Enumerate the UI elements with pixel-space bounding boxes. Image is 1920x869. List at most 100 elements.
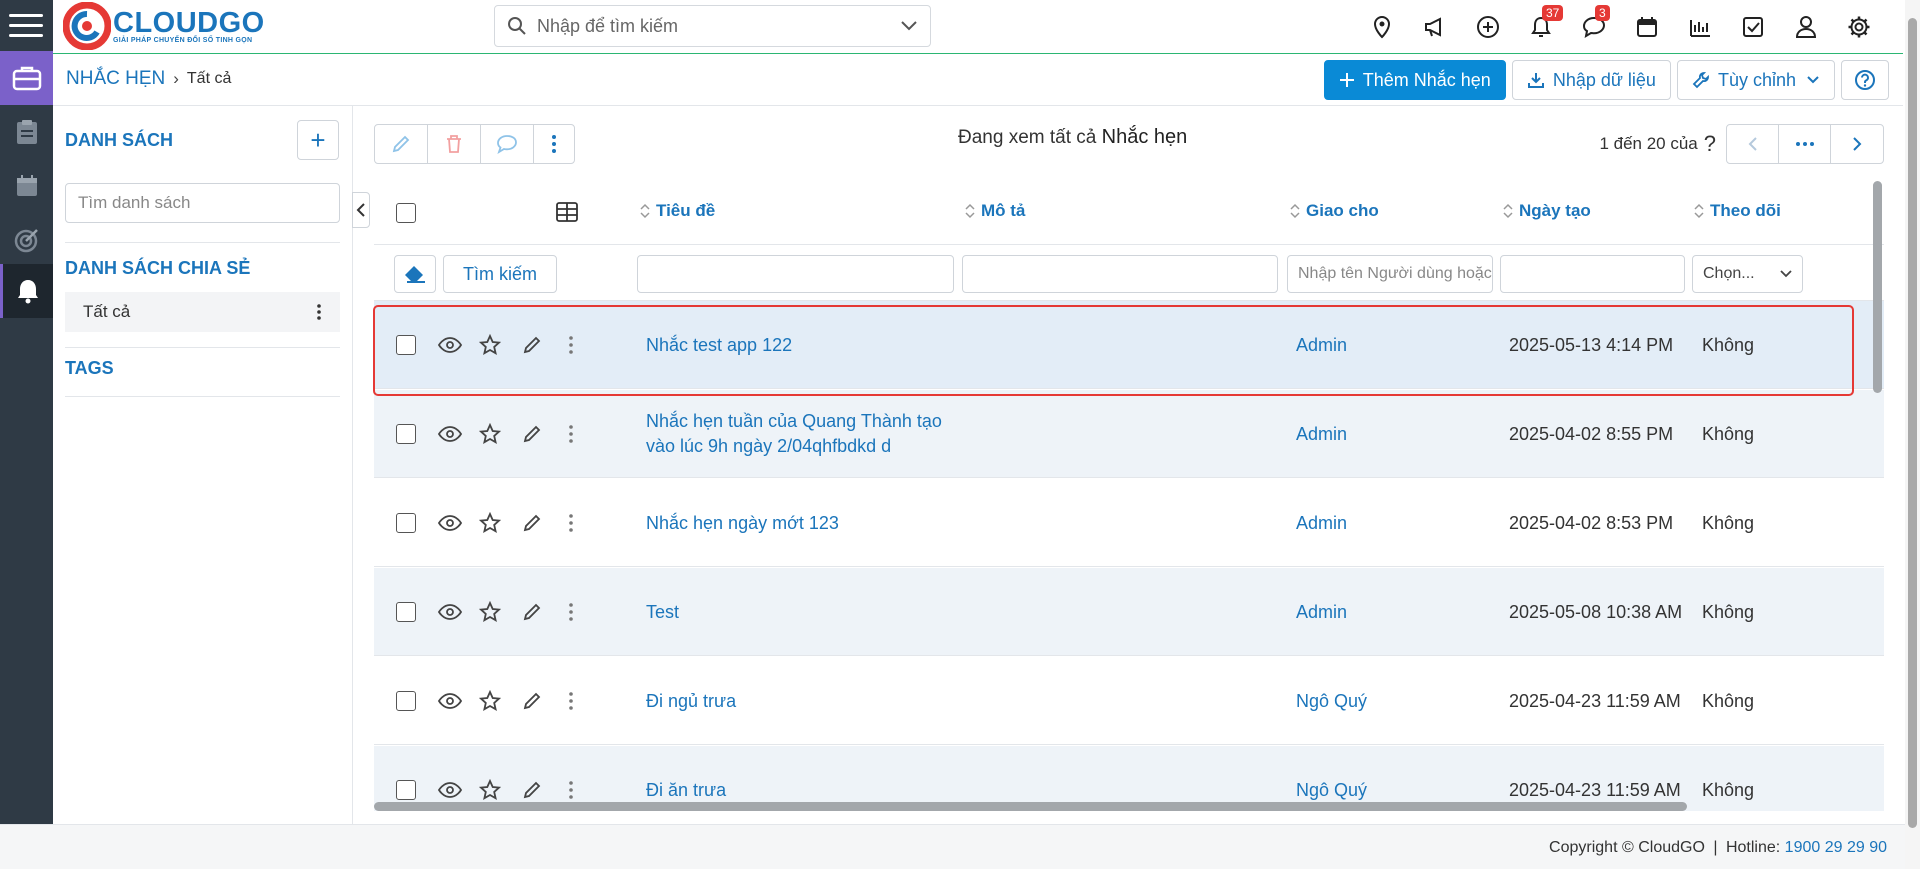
page-scrollbar[interactable] [1905,0,1920,869]
next-page-button[interactable] [1831,125,1883,163]
edit-row-icon[interactable] [522,657,542,745]
user-icon[interactable] [1779,10,1832,44]
star-icon[interactable] [479,301,501,389]
row-kebab-icon[interactable] [568,657,574,745]
rail-app-sales[interactable] [0,51,53,105]
page-scrollbar-thumb[interactable] [1908,18,1917,828]
notification-bell-icon[interactable]: 37 [1514,5,1567,44]
shared-list-item-all[interactable]: Tất cả [65,292,340,332]
menu-icon[interactable] [9,9,43,41]
row-assignee[interactable]: Admin [1296,301,1347,389]
created-filter-input[interactable] [1500,255,1685,293]
collapse-panel-button[interactable] [352,192,370,228]
table-row[interactable]: Nhắc hẹn ngày mớt 123 Admin 2025-04-02 8:5… [374,479,1884,567]
chevron-down-icon[interactable] [900,20,918,32]
table-row[interactable]: Test Admin 2025-05-08 10:38 AM Không [374,568,1884,656]
edit-button[interactable] [375,125,428,163]
edit-row-icon[interactable] [522,301,542,389]
add-list-button[interactable]: + [297,120,339,160]
table-row[interactable]: Đi ngủ trưa Ngô Quý 2025-04-23 11:59 AM Khô… [374,657,1884,745]
table-row[interactable]: Nhắc test app 122 Admin 2025-05-13 4:14 PM… [374,301,1884,389]
edit-row-icon[interactable] [522,390,542,478]
row-checkbox[interactable] [396,335,416,355]
column-header-assignee[interactable]: Giao cho [1290,201,1379,221]
row-title[interactable]: Nhắc test app 122 [646,301,966,389]
pagination-total[interactable]: ? [1704,131,1716,157]
description-filter-input[interactable] [962,255,1278,293]
customize-button[interactable]: Tùy chỉnh [1676,60,1835,100]
view-icon[interactable] [438,390,462,478]
global-search[interactable]: Nhập để tìm kiếm [494,5,931,47]
megaphone-icon[interactable] [1408,10,1461,44]
row-kebab-icon[interactable] [568,390,574,478]
row-assignee[interactable]: Admin [1296,390,1347,478]
star-icon[interactable] [479,479,501,567]
more-actions-button[interactable] [534,125,574,163]
brand-logo[interactable]: CLOUDGO GIẢI PHÁP CHUYỂN ĐỔI SỐ TINH GỌN [63,2,265,50]
view-icon[interactable] [438,657,462,745]
report-chart-icon[interactable] [1673,10,1726,44]
clear-filter-button[interactable] [394,255,436,293]
row-kebab-icon[interactable] [568,479,574,567]
column-header-follow[interactable]: Theo dõi [1694,201,1781,221]
select-all-checkbox[interactable] [396,203,416,223]
kebab-menu-icon[interactable] [316,303,322,321]
table-vertical-scrollbar[interactable] [1873,181,1882,393]
star-icon[interactable] [479,390,501,478]
edit-row-icon[interactable] [522,479,542,567]
rail-app-goals[interactable] [0,213,53,267]
search-input[interactable]: Nhập để tìm kiếm [537,16,900,37]
column-header-assignee-label: Giao cho [1306,201,1379,220]
table-row[interactable]: Nhắc hẹn tuần của Quang Thành tạo vào lú… [374,390,1884,478]
column-header-title[interactable]: Tiêu đề [640,201,715,221]
add-circle-icon[interactable] [1461,10,1514,44]
row-checkbox[interactable] [396,424,416,444]
help-button[interactable] [1841,60,1889,100]
horizontal-scrollbar[interactable] [374,802,1687,811]
star-icon[interactable] [479,657,501,745]
location-icon[interactable] [1355,10,1408,44]
column-header-description[interactable]: Mô tả [965,201,1025,221]
page-menu-button[interactable] [1779,125,1831,163]
row-assignee[interactable]: Admin [1296,479,1347,567]
chat-icon[interactable]: 3 [1567,5,1620,44]
follow-filter-select[interactable]: Chọn... [1692,255,1803,293]
row-title[interactable]: Nhắc hẹn tuần của Quang Thành tạo vào lú… [646,390,966,478]
gear-icon[interactable] [1832,10,1885,44]
column-header-created[interactable]: Ngày tạo [1503,201,1591,221]
row-checkbox[interactable] [396,780,416,800]
comment-button[interactable] [481,125,534,163]
calendar-top-icon[interactable] [1620,10,1673,44]
row-title[interactable]: Test [646,568,966,656]
title-filter-input[interactable] [637,255,954,293]
hotline-link[interactable]: 1900 29 29 90 [1785,839,1887,856]
edit-row-icon[interactable] [522,568,542,656]
list-search-input[interactable]: Tìm danh sách [65,183,340,223]
row-title[interactable]: Nhắc hẹn ngày mớt 123 [646,479,966,567]
view-icon[interactable] [438,479,462,567]
rail-app-reminders[interactable] [0,264,53,318]
row-kebab-icon[interactable] [568,301,574,389]
plus-icon: + [310,124,326,155]
row-checkbox[interactable] [396,691,416,711]
add-reminder-button[interactable]: Thêm Nhắc hẹn [1323,60,1506,100]
view-icon[interactable] [438,568,462,656]
row-kebab-icon[interactable] [568,568,574,656]
view-icon[interactable] [438,301,462,389]
row-assignee[interactable]: Admin [1296,568,1347,656]
row-assignee[interactable]: Ngô Quý [1296,657,1367,745]
rail-app-tasks[interactable] [0,105,53,159]
column-layout-icon[interactable] [556,202,578,222]
prev-page-button[interactable] [1727,125,1779,163]
row-title[interactable]: Đi ngủ trưa [646,657,966,745]
row-checkbox[interactable] [396,513,416,533]
rail-app-calendar[interactable] [0,159,53,213]
import-data-button[interactable]: Nhập dữ liệu [1511,60,1671,100]
search-filter-button[interactable]: Tìm kiếm [443,255,557,293]
delete-button[interactable] [428,125,481,163]
breadcrumb-module[interactable]: NHẮC HẸN [66,68,165,90]
task-check-icon[interactable] [1726,10,1779,44]
assignee-filter-input[interactable]: Nhập tên Người dùng hoặc Nhóm [1287,255,1493,293]
row-checkbox[interactable] [396,602,416,622]
star-icon[interactable] [479,568,501,656]
